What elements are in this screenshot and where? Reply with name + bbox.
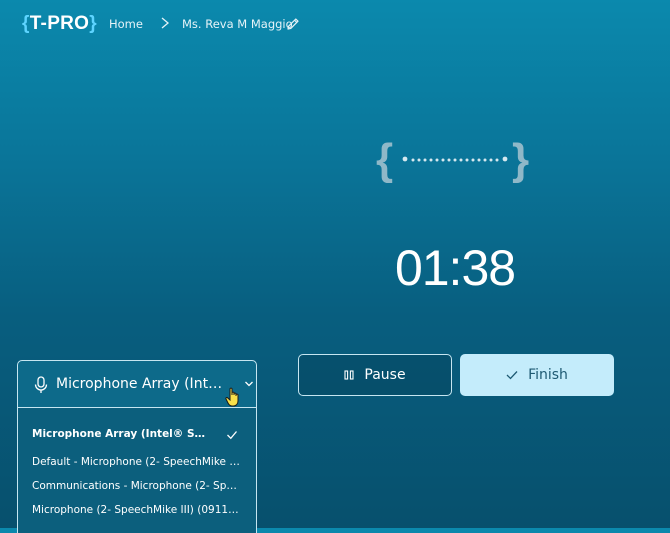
microphone-dropdown-list: Microphone Array (Intel® Smart Sound Tec… xyxy=(17,408,257,533)
breadcrumb-home-link[interactable]: Home xyxy=(109,17,143,31)
svg-text:}: } xyxy=(512,135,529,184)
microphone-option[interactable]: Microphone (2- SpeechMike III) (0911:0c1… xyxy=(18,499,256,523)
chevron-right-icon xyxy=(161,17,170,29)
top-bar: {T-PRO} Home Ms. Reva M Maggio xyxy=(0,0,670,48)
recording-timer: 01:38 xyxy=(394,240,516,296)
svg-text:{: { xyxy=(376,135,393,184)
pause-icon xyxy=(344,370,354,380)
pause-label: Pause xyxy=(364,367,406,383)
microphone-select-value: Microphone Array (Intel® Smart Sound Tec… xyxy=(56,376,226,392)
pencil-icon[interactable] xyxy=(286,17,300,31)
finish-button[interactable]: Finish xyxy=(460,354,614,396)
pause-button[interactable]: Pause xyxy=(298,354,452,396)
microphone-select[interactable]: Microphone Array (Intel® Smart Sound Tec… xyxy=(17,360,257,408)
microphone-option[interactable]: Communications - Microphone (2- SpeechMi… xyxy=(18,475,256,499)
check-icon xyxy=(227,431,237,440)
finish-label: Finish xyxy=(528,367,568,383)
waveform-indicator: { } xyxy=(376,135,529,184)
breadcrumb-patient-name: Ms. Reva M Maggio xyxy=(182,17,293,31)
microphone-option[interactable]: Default - Microphone (2- SpeechMike III)… xyxy=(18,451,256,475)
chevron-down-icon xyxy=(245,381,253,387)
check-icon xyxy=(506,371,518,380)
microphone-icon xyxy=(34,376,48,393)
t-pro-logo[interactable]: {T-PRO} xyxy=(22,12,97,36)
logo-text: T-PRO xyxy=(29,13,90,34)
microphone-option[interactable]: Microphone Array (Intel® Smart Sound Tec… xyxy=(18,423,256,447)
hand-pointer-cursor-icon xyxy=(225,387,239,407)
